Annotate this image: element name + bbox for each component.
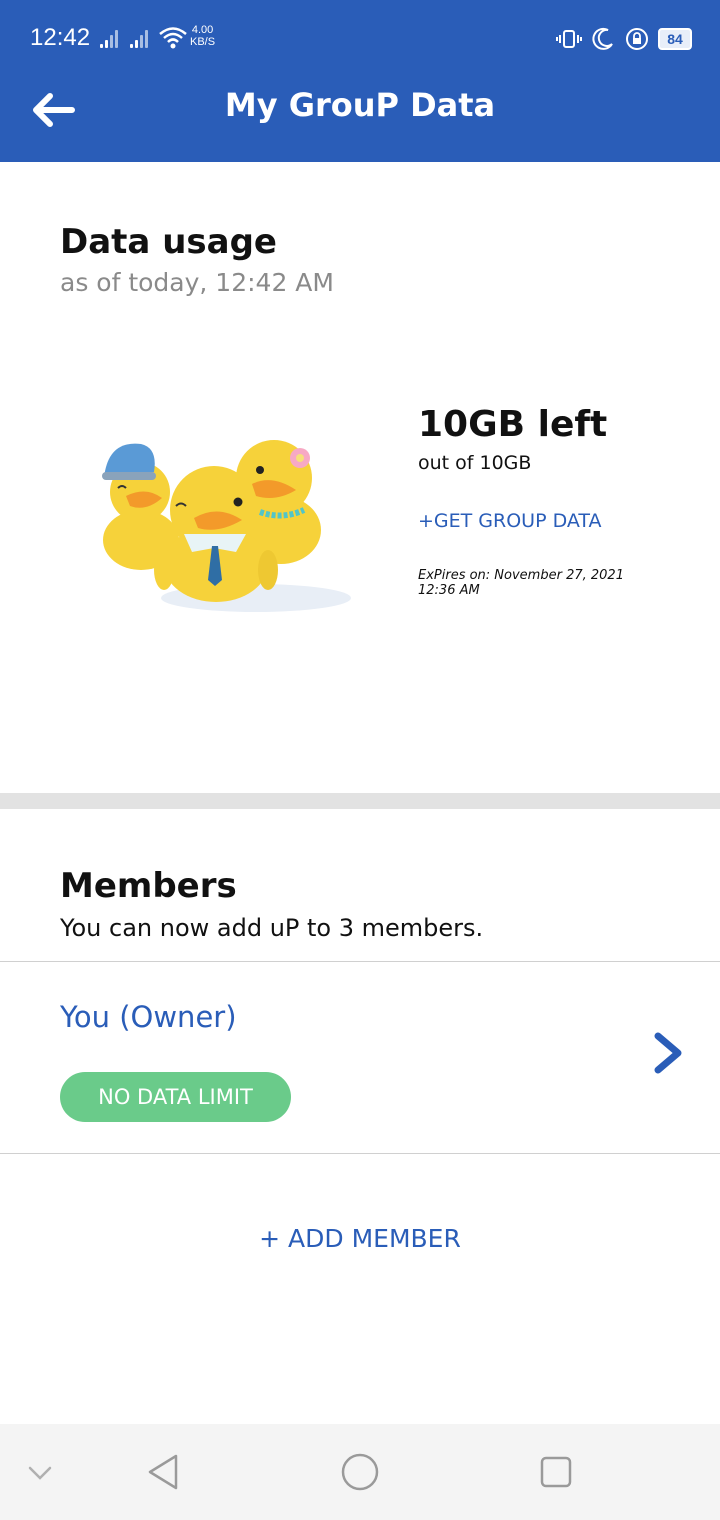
three-ducks-illustration [102, 440, 351, 612]
battery-icon: 84 [658, 28, 692, 50]
member-name: You (Owner) [60, 1000, 237, 1034]
speed-value: 4.00 [191, 24, 214, 36]
rotation-lock-icon [626, 28, 648, 50]
get-group-data-link[interactable]: +GET GROUP DATA [418, 510, 602, 532]
data-usage-title: Data usage [60, 222, 277, 262]
divider [0, 1153, 720, 1154]
member-row-owner[interactable]: You (Owner) NO DATA LIMIT [0, 962, 720, 1154]
data-left-amount: 10GB left [418, 404, 608, 445]
data-usage-timestamp: as of today, 12:42 AM [60, 268, 334, 297]
battery-level: 84 [667, 31, 683, 47]
chevron-down-icon[interactable] [16, 1448, 64, 1496]
speed-unit: KB/S [190, 36, 216, 48]
moon-icon [592, 27, 613, 50]
app-bar: My GrouP Data [0, 78, 720, 162]
expiry-date: ExPires on: November 27, 2021 12:36 AM [418, 568, 624, 598]
section-divider [0, 793, 720, 809]
signal-icon [130, 28, 154, 48]
status-bar: 12:42 4.00 KB/S 84 [0, 0, 720, 78]
signal-icon [100, 28, 124, 48]
network-speed: 4.00 KB/S [190, 24, 215, 48]
add-member-button[interactable]: + ADD MEMBER [0, 1224, 720, 1253]
back-triangle-icon[interactable] [140, 1448, 188, 1496]
wifi-icon [159, 27, 187, 49]
system-nav-bar [0, 1424, 720, 1520]
members-subtitle: You can now add uP to 3 members. [60, 914, 484, 942]
status-icons: 84 [556, 26, 692, 52]
data-limit-badge: NO DATA LIMIT [60, 1072, 291, 1122]
chevron-right-icon[interactable] [650, 1030, 686, 1076]
badge-label: NO DATA LIMIT [98, 1085, 253, 1109]
members-title: Members [60, 866, 237, 906]
page-title: My GrouP Data [224, 86, 496, 124]
top-bar: 12:42 4.00 KB/S 84 My GrouP Data [0, 0, 720, 162]
status-time: 12:42 [30, 24, 91, 51]
data-total: out of 10GB [418, 452, 532, 474]
home-circle-icon[interactable] [336, 1448, 384, 1496]
recents-square-icon[interactable] [532, 1448, 580, 1496]
vibrate-icon [556, 30, 582, 48]
